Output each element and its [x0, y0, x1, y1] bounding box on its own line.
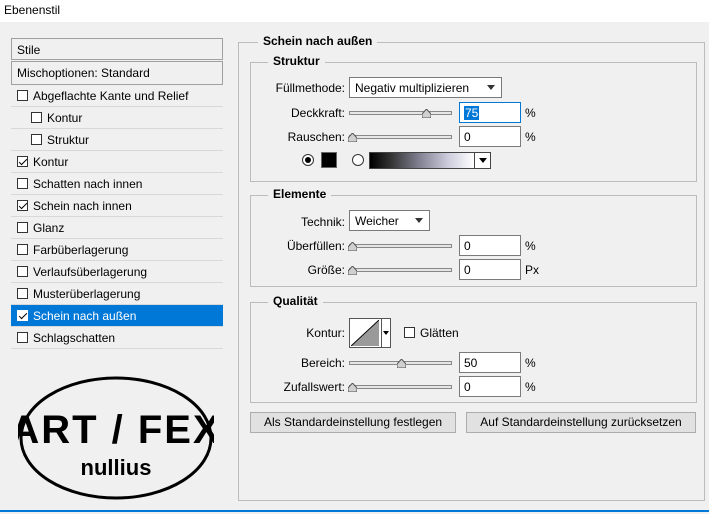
outer-glow-title: Schein nach außen [258, 34, 378, 48]
logo-text-main: ART / FEX [18, 408, 214, 452]
artifex-logo: ART / FEX nullius [18, 376, 214, 500]
styles-header: Stile [11, 38, 223, 60]
styles-item-color-overlay[interactable]: Farbüberlagerung [11, 239, 223, 261]
checkbox-texture[interactable] [31, 134, 42, 145]
chevron-down-icon [383, 331, 389, 335]
blend-mode-label: Füllmethode: [275, 81, 345, 95]
styles-item-satin[interactable]: Glanz [11, 217, 223, 239]
chevron-down-icon [415, 218, 423, 223]
size-label: Größe: [307, 263, 345, 277]
contour-label: Kontur: [306, 326, 345, 340]
checkbox-outer-glow[interactable] [17, 310, 28, 321]
checkbox-inner-shadow[interactable] [17, 178, 28, 189]
quality-title: Qualität [268, 294, 323, 308]
range-input[interactable]: 50 [459, 352, 521, 373]
checkbox-bevel-emboss[interactable] [17, 90, 28, 101]
smooth-checkbox[interactable] [404, 327, 415, 338]
spread-input[interactable]: 0 [459, 235, 521, 256]
checkbox-satin[interactable] [17, 222, 28, 233]
opacity-input[interactable]: 75 [459, 102, 521, 123]
smooth-label: Glätten [420, 326, 459, 340]
noise-input[interactable]: 0 [459, 126, 521, 147]
jitter-label: Zufallswert: [283, 380, 345, 394]
chevron-down-icon [487, 85, 495, 90]
range-label: Bereich: [300, 356, 345, 370]
jitter-slider-thumb[interactable] [348, 383, 357, 392]
styles-item-inner-shadow[interactable]: Schatten nach innen [11, 173, 223, 195]
range-slider[interactable] [349, 357, 452, 369]
size-slider-thumb[interactable] [348, 266, 357, 275]
elements-title: Elemente [268, 187, 332, 201]
noise-slider-thumb[interactable] [348, 133, 357, 142]
checkbox-drop-shadow[interactable] [17, 332, 28, 343]
window-titlebar: Ebenenstil [0, 0, 709, 22]
jitter-input[interactable]: 0 [459, 376, 521, 397]
checkbox-pattern-overlay[interactable] [17, 288, 28, 299]
styles-item-drop-shadow[interactable]: Schlagschatten [11, 327, 223, 349]
styles-item-blending-options[interactable]: Mischoptionen: Standard [11, 61, 223, 85]
contour-preview-icon [351, 320, 379, 346]
opacity-slider-thumb[interactable] [422, 109, 431, 118]
styles-item-texture[interactable]: Struktur [11, 129, 223, 151]
spread-slider-thumb[interactable] [348, 242, 357, 251]
gradient-radio[interactable] [352, 154, 364, 166]
blend-mode-select[interactable]: Negativ multiplizieren [349, 77, 502, 98]
contour-picker[interactable] [349, 318, 391, 348]
styles-item-bevel-emboss[interactable]: Abgeflachte Kante und Relief [11, 85, 223, 107]
styles-item-pattern-overlay[interactable]: Musterüberlagerung [11, 283, 223, 305]
solid-color-radio[interactable] [302, 154, 314, 166]
checkbox-inner-glow[interactable] [17, 200, 28, 211]
checkbox-stroke[interactable] [17, 156, 28, 167]
opacity-label: Deckkraft: [290, 106, 345, 120]
noise-label: Rauschen: [287, 130, 345, 144]
logo-text-sub: nullius [81, 455, 152, 480]
blend-mode-value: Negativ multiplizieren [355, 81, 470, 95]
styles-item-bevel-contour[interactable]: Kontur [11, 107, 223, 129]
structure-title: Struktur [268, 54, 325, 68]
technique-select[interactable]: Weicher [349, 210, 430, 231]
checkbox-color-overlay[interactable] [17, 244, 28, 255]
size-slider[interactable] [348, 264, 452, 276]
spread-label: Überfüllen: [286, 239, 345, 253]
window-bottom-border [0, 510, 709, 512]
chevron-down-icon [479, 158, 487, 163]
opacity-slider[interactable] [349, 107, 452, 119]
gradient-preview [370, 153, 474, 168]
range-slider-thumb[interactable] [397, 359, 406, 368]
styles-item-outer-glow[interactable]: Schein nach außen [11, 305, 223, 327]
jitter-slider[interactable] [348, 381, 452, 393]
noise-slider[interactable] [348, 131, 452, 143]
technique-label: Technik: [300, 215, 345, 229]
window-title: Ebenenstil [4, 3, 61, 17]
styles-item-inner-glow[interactable]: Schein nach innen [11, 195, 223, 217]
styles-item-stroke[interactable]: Kontur [11, 151, 223, 173]
set-default-button[interactable]: Als Standardeinstellung festlegen [250, 412, 456, 433]
gradient-picker[interactable] [369, 152, 491, 169]
color-swatch[interactable] [321, 152, 337, 168]
checkbox-bevel-contour[interactable] [31, 112, 42, 123]
styles-item-gradient-overlay[interactable]: Verlaufsüberlagerung [11, 261, 223, 283]
spread-slider[interactable] [348, 240, 452, 252]
checkbox-gradient-overlay[interactable] [17, 266, 28, 277]
size-input[interactable]: 0 [459, 259, 521, 280]
reset-default-button[interactable]: Auf Standardeinstellung zurücksetzen [466, 412, 696, 433]
